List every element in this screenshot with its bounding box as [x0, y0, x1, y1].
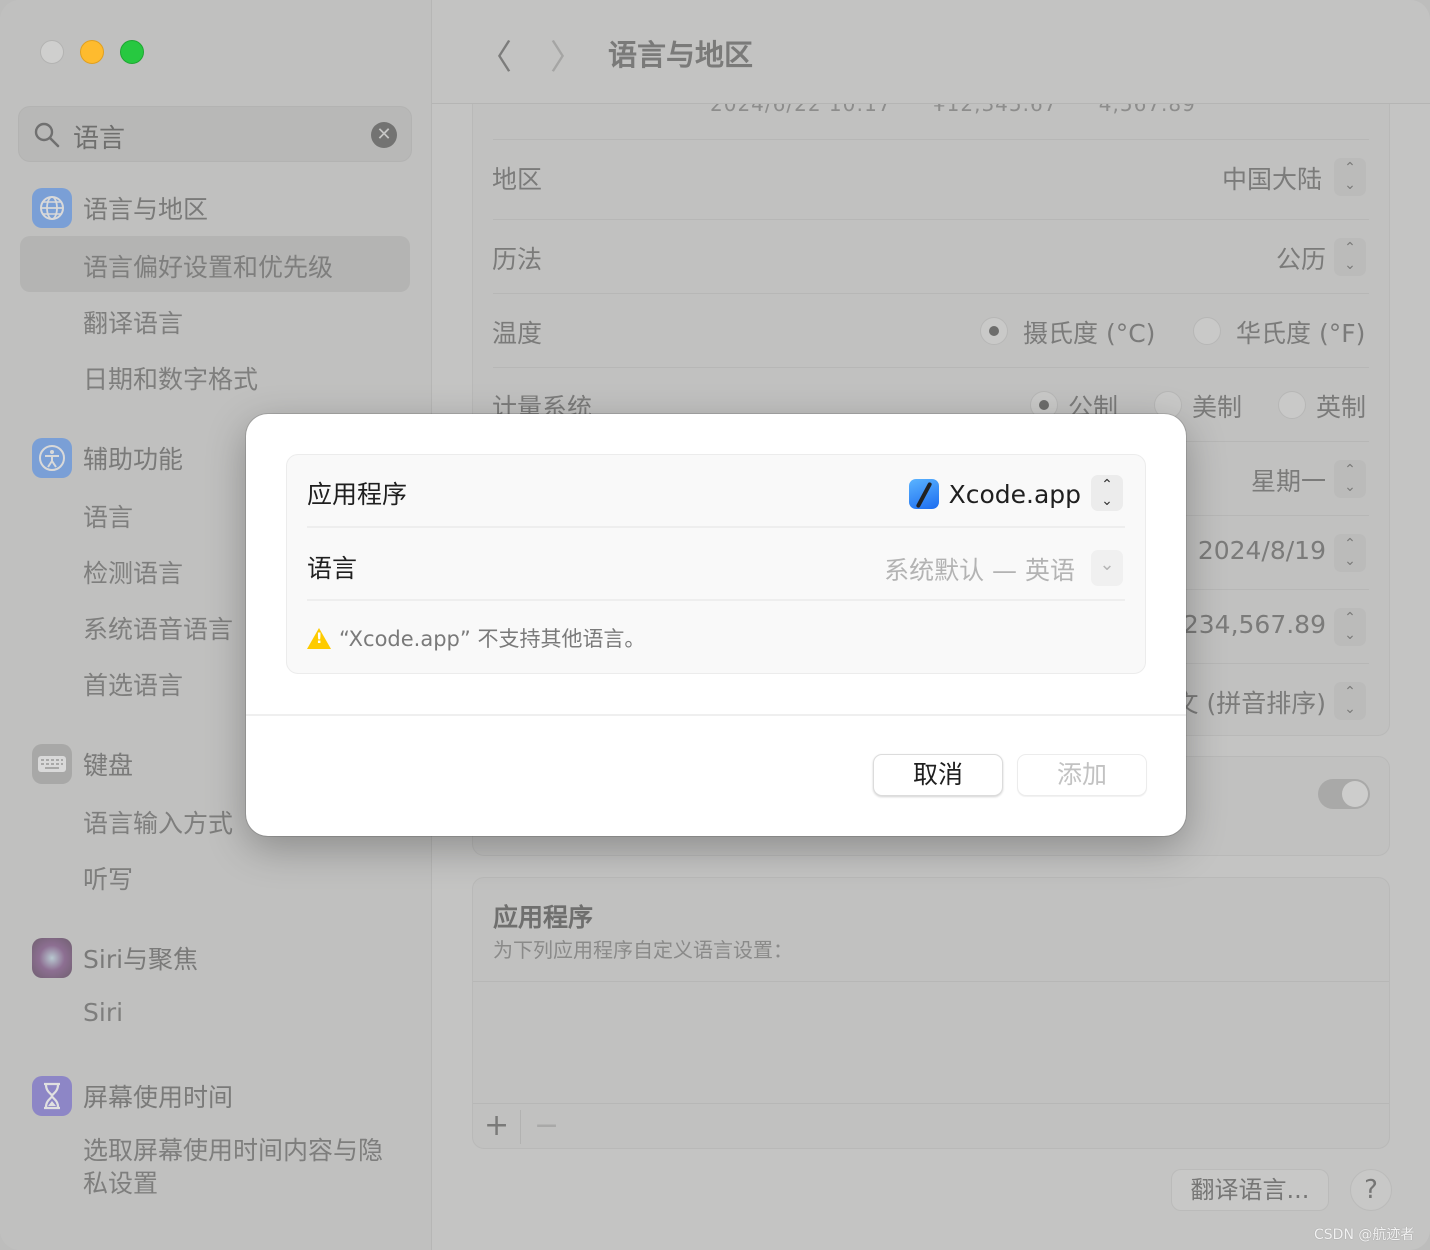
toolbar: 〈 〉 语言与地区 — [432, 0, 1430, 104]
close-window-button[interactable] — [40, 40, 64, 64]
search-field[interactable]: 语言 ✕ — [18, 106, 412, 162]
region-label: 地区 — [492, 165, 543, 194]
minimize-window-button[interactable] — [80, 40, 104, 64]
application-label: 应用程序 — [307, 480, 408, 509]
language-popup-chevron-icon[interactable]: ⌄ — [1091, 550, 1123, 586]
remove-application-button[interactable]: − — [534, 1108, 559, 1143]
clear-search-icon[interactable]: ✕ — [371, 122, 397, 148]
applications-card — [472, 877, 1390, 1149]
warning-text: “Xcode.app” 不支持其他语言。 — [339, 627, 646, 651]
temperature-label: 温度 — [492, 319, 543, 348]
add-app-language-dialog: 应用程序 Xcode.app ⌃⌄ 语言 系统默认 — 英语 ⌄ “Xcode.… — [246, 414, 1186, 836]
divider — [307, 599, 1125, 601]
sidebar-subitem-input-sources[interactable]: 语言输入方式 — [83, 804, 233, 840]
accessibility-icon — [32, 438, 72, 478]
region-popup-stepper-icon[interactable]: ⌃ ⌄ — [1334, 158, 1366, 196]
sidebar-subitem-language-preferences[interactable]: 语言偏好设置和优先级 — [83, 248, 333, 284]
page-title: 语言与地区 — [608, 38, 754, 72]
uk-radio[interactable] — [1278, 391, 1306, 419]
search-input[interactable]: 语言 — [73, 118, 125, 155]
search-icon — [34, 122, 60, 148]
divider — [473, 1103, 1389, 1104]
sidebar-subitem-date-number-format[interactable]: 日期和数字格式 — [83, 360, 258, 396]
sidebar-item-siri-spotlight[interactable]: Siri与聚焦 — [32, 938, 198, 978]
sidebar-subitem-system-voice-language[interactable]: 系统语音语言 — [83, 610, 233, 646]
region-value[interactable]: 中国大陆 — [1222, 160, 1322, 196]
divider — [493, 139, 1369, 140]
applications-title: 应用程序 — [493, 903, 594, 932]
calendar-popup-stepper-icon[interactable]: ⌃ ⌄ — [1334, 238, 1366, 276]
language-value: 系统默认 — 英语 — [884, 556, 1075, 585]
sidebar-subitem-translation-languages[interactable]: 翻译语言 — [83, 304, 183, 340]
add-application-button[interactable]: + — [484, 1108, 509, 1143]
sidebar-item-label: 语言与地区 — [83, 195, 209, 224]
cancel-button[interactable]: 取消 — [873, 754, 1003, 796]
sidebar-item-accessibility[interactable]: 辅助功能 — [32, 438, 183, 478]
sidebar-subitem-preferred-language[interactable]: 首选语言 — [83, 666, 183, 702]
divider — [493, 293, 1369, 294]
sidebar-subitem-siri[interactable]: Siri — [83, 998, 123, 1027]
forward-button[interactable]: 〉 — [550, 30, 584, 79]
divider — [473, 981, 1389, 982]
sidebar-item-label: 屏幕使用时间 — [83, 1083, 234, 1112]
date-format-stepper-icon[interactable]: ⌃ ⌄ — [1334, 534, 1366, 572]
xcode-app-icon — [908, 479, 939, 509]
live-text-toggle[interactable] — [1318, 779, 1370, 809]
sidebar-item-language-region[interactable]: 语言与地区 — [32, 188, 208, 228]
translation-languages-button[interactable]: 翻译语言... — [1171, 1169, 1329, 1211]
sidebar-subitem-screen-time-content-privacy[interactable]: 选取屏幕使用时间内容与隐私设置 — [83, 1134, 383, 1200]
application-popup[interactable]: Xcode.app — [908, 475, 1081, 513]
sidebar-subitem-accessibility-language[interactable]: 语言 — [83, 498, 133, 534]
sidebar-item-label: 辅助功能 — [83, 445, 184, 474]
sidebar-item-screen-time[interactable]: 屏幕使用时间 — [32, 1076, 233, 1116]
divider — [493, 219, 1369, 220]
add-button[interactable]: 添加 — [1017, 754, 1147, 796]
fahrenheit-label: 华氏度 (°F) — [1236, 319, 1366, 348]
hourglass-icon — [32, 1076, 72, 1116]
uk-label: 英制 — [1316, 393, 1367, 422]
calendar-label: 历法 — [492, 245, 543, 274]
globe-icon — [32, 188, 72, 228]
divider — [307, 526, 1125, 528]
dialog-divider — [246, 714, 1186, 716]
dialog-form-box: 应用程序 Xcode.app ⌃⌄ 语言 系统默认 — 英语 ⌄ “Xcode.… — [286, 454, 1146, 674]
sidebar-item-label: 键盘 — [83, 751, 134, 780]
sidebar-item-keyboard[interactable]: 键盘 — [32, 744, 133, 784]
back-button[interactable]: 〈 — [478, 30, 512, 79]
maximize-window-button[interactable] — [120, 40, 144, 64]
first-weekday-value[interactable]: 星期一 — [1251, 462, 1326, 498]
keyboard-icon — [32, 744, 72, 784]
celsius-radio[interactable] — [980, 317, 1008, 345]
number-format-value[interactable]: ,234,567.89 — [1175, 610, 1326, 639]
fahrenheit-radio[interactable] — [1193, 317, 1221, 345]
siri-icon — [32, 938, 72, 978]
unsupported-language-warning: “Xcode.app” 不支持其他语言。 — [307, 623, 645, 653]
first-weekday-stepper-icon[interactable]: ⌃ ⌄ — [1334, 460, 1366, 498]
sidebar-item-label: Siri与聚焦 — [83, 945, 199, 974]
watermark: CSDN @航迹者 — [1314, 1227, 1415, 1243]
application-value: Xcode.app — [948, 479, 1081, 509]
help-button[interactable]: ? — [1350, 1169, 1392, 1211]
list-sort-order-stepper-icon[interactable]: ⌃ ⌄ — [1334, 682, 1366, 720]
applications-subtitle: 为下列应用程序自定义语言设置： — [493, 938, 793, 962]
warning-icon — [307, 627, 331, 649]
us-label: 美制 — [1192, 393, 1243, 422]
number-format-stepper-icon[interactable]: ⌃ ⌄ — [1334, 608, 1366, 646]
celsius-label: 摄氏度 (°C) — [1023, 319, 1156, 348]
list-sort-order-value[interactable]: 文 (拼音排序) — [1174, 684, 1326, 720]
language-label: 语言 — [307, 554, 358, 583]
application-stepper-icon[interactable]: ⌃ ⌄ — [1091, 475, 1123, 511]
divider — [493, 367, 1369, 368]
sidebar-subitem-dictation[interactable]: 听写 — [83, 860, 133, 896]
sidebar-subitem-detect-language[interactable]: 检测语言 — [83, 554, 183, 590]
date-format-value[interactable]: 2024/8/19 — [1198, 536, 1326, 565]
divider — [520, 1110, 521, 1144]
calendar-value[interactable]: 公历 — [1276, 240, 1326, 276]
